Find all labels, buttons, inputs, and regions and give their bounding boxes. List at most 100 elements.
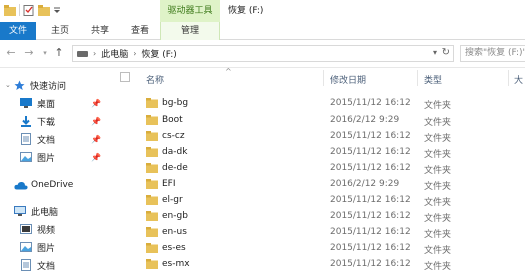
folder-icon — [146, 163, 158, 173]
file-date: 2015/11/12 16:12 — [330, 98, 411, 108]
list-item[interactable]: el-gr 2015/11/12 16:12 文件夹 — [108, 192, 525, 209]
nav-item-videos[interactable]: 视频 — [0, 220, 108, 238]
folder-icon — [146, 115, 158, 125]
chevron-right-icon[interactable]: › — [133, 49, 136, 58]
folder-icon — [146, 195, 158, 205]
list-item[interactable]: en-us 2015/11/12 16:12 文件夹 — [108, 224, 525, 241]
list-item[interactable]: es-mx 2015/11/12 16:12 文件夹 — [108, 256, 525, 273]
forward-arrow-icon[interactable]: → — [22, 46, 36, 60]
tab-home[interactable]: 主页 — [44, 22, 76, 40]
file-date: 2015/11/12 16:12 — [330, 131, 411, 141]
window-folder-icon — [4, 4, 16, 16]
nav-item-desktop[interactable]: 桌面 📌 — [0, 94, 108, 112]
document-icon — [21, 259, 31, 271]
list-item[interactable]: cs-cz 2015/11/12 16:12 文件夹 — [108, 128, 525, 145]
pin-icon[interactable]: 📌 — [91, 117, 101, 126]
recent-locations-chevron-icon[interactable]: ▾ — [38, 46, 52, 60]
breadcrumb-this-pc[interactable]: 此电脑 — [101, 47, 128, 60]
download-icon — [21, 115, 31, 127]
list-item[interactable]: EFI 2016/2/12 9:29 文件夹 — [108, 176, 525, 193]
file-type: 文件夹 — [424, 198, 452, 208]
nav-item-downloads[interactable]: 下载 📌 — [0, 112, 108, 130]
file-date: 2015/11/12 16:12 — [330, 163, 411, 173]
title-bar: 驱动器工具 恢复 (F:) — [0, 0, 525, 22]
file-date: 2015/11/12 16:12 — [330, 147, 411, 157]
file-name: en-gb — [162, 211, 188, 221]
file-date: 2015/11/12 16:12 — [330, 259, 411, 269]
tab-file[interactable]: 文件 — [0, 22, 36, 40]
folder-icon — [146, 227, 158, 237]
search-input[interactable]: 搜索"恢复 (F:)" — [460, 45, 525, 62]
drive-icon — [77, 50, 88, 57]
file-name: de-de — [162, 163, 188, 173]
folder-icon — [146, 147, 158, 157]
folder-icon — [146, 131, 158, 141]
properties-icon[interactable] — [23, 4, 35, 16]
nav-item-onedrive[interactable]: OneDrive — [0, 176, 108, 194]
file-name: el-gr — [162, 195, 183, 205]
file-type: 文件夹 — [424, 118, 452, 128]
folder-icon — [146, 259, 158, 269]
folder-icon — [146, 98, 158, 108]
file-name: en-us — [162, 227, 187, 237]
file-name: da-dk — [162, 147, 188, 157]
list-item[interactable]: es-es 2015/11/12 16:12 文件夹 — [108, 240, 525, 257]
back-arrow-icon[interactable]: ← — [4, 46, 18, 60]
nav-label: 桌面 — [37, 99, 56, 110]
nav-item-this-pc[interactable]: 此电脑 — [0, 202, 108, 220]
onedrive-icon — [14, 181, 28, 189]
expanded-caret-icon[interactable]: ⌄ — [5, 81, 11, 89]
pin-icon[interactable]: 📌 — [91, 153, 101, 162]
folder-icon — [146, 179, 158, 189]
nav-item-quick-access[interactable]: ⌄ 快速访问 — [0, 76, 108, 94]
file-date: 2015/11/12 16:12 — [330, 211, 411, 221]
folder-icon — [146, 243, 158, 253]
tab-share[interactable]: 共享 — [84, 22, 116, 40]
tab-manage[interactable]: 管理 — [160, 22, 220, 40]
tab-view[interactable]: 查看 — [124, 22, 156, 40]
address-bar[interactable]: › 此电脑 › 恢复 (F:) ▾ ↻ — [72, 45, 454, 62]
file-type: 文件夹 — [424, 182, 452, 192]
file-date: 2015/11/12 16:12 — [330, 243, 411, 253]
file-name: es-mx — [162, 259, 190, 269]
nav-item-pictures-pc[interactable]: 图片 — [0, 238, 108, 256]
video-icon — [20, 224, 32, 234]
quick-access-toolbar — [4, 4, 61, 16]
picture-icon — [20, 242, 32, 252]
nav-item-documents[interactable]: 文档 📌 — [0, 130, 108, 148]
nav-label: 文档 — [37, 261, 56, 272]
refresh-icon[interactable]: ↻ — [442, 47, 450, 58]
pin-icon[interactable]: 📌 — [91, 135, 101, 144]
list-item[interactable]: de-de 2015/11/12 16:12 文件夹 — [108, 160, 525, 177]
address-history-dropdown-icon[interactable]: ▾ — [433, 48, 437, 57]
folder-icon — [146, 211, 158, 221]
column-header-type[interactable]: 类型 — [424, 73, 442, 86]
nav-item-documents-pc[interactable]: 文档 — [0, 256, 108, 274]
nav-item-pictures[interactable]: 图片 📌 — [0, 148, 108, 166]
file-type: 文件夹 — [424, 134, 452, 144]
breadcrumb-drive[interactable]: 恢复 (F:) — [141, 47, 176, 60]
desktop-icon — [20, 98, 32, 108]
pin-icon[interactable]: 📌 — [91, 99, 101, 108]
column-divider[interactable] — [417, 70, 418, 86]
up-arrow-icon[interactable]: ↑ — [52, 46, 66, 60]
column-divider[interactable] — [323, 70, 324, 86]
list-item[interactable]: da-dk 2015/11/12 16:12 文件夹 — [108, 144, 525, 161]
list-item[interactable]: Boot 2016/2/12 9:29 文件夹 — [108, 112, 525, 129]
nav-label: 视频 — [37, 225, 56, 236]
column-header-date[interactable]: 修改日期 — [330, 73, 366, 86]
navigation-pane: ⌄ 快速访问 桌面 📌 下载 📌 文档 📌 图片 📌 OneDrive 此电脑 … — [0, 68, 108, 274]
file-name: Boot — [162, 115, 183, 125]
file-name: cs-cz — [162, 131, 185, 141]
list-item[interactable]: bg-bg 2015/11/12 16:12 文件夹 — [108, 95, 525, 112]
nav-label: 快速访问 — [30, 81, 67, 92]
column-header-size[interactable]: 大 — [514, 73, 523, 86]
customize-toolbar-icon[interactable] — [53, 5, 61, 16]
select-all-checkbox[interactable] — [120, 72, 130, 82]
file-date: 2016/2/12 9:29 — [330, 179, 400, 189]
column-header-name[interactable]: 名称 — [146, 73, 164, 86]
new-folder-icon[interactable] — [38, 4, 50, 16]
list-item[interactable]: en-gb 2015/11/12 16:12 文件夹 — [108, 208, 525, 225]
chevron-right-icon[interactable]: › — [93, 49, 96, 58]
column-divider[interactable] — [508, 70, 509, 86]
